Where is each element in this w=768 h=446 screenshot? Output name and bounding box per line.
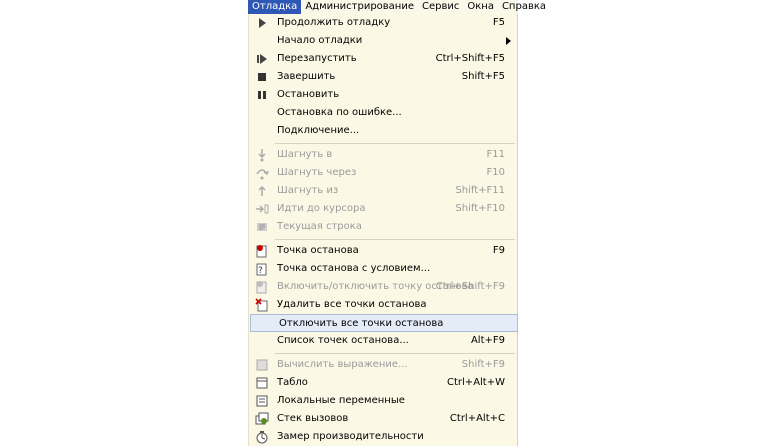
menu-item-delete-all-breakpoints[interactable]: Удалить все точки останова [249, 296, 517, 314]
run-to-cursor-icon [255, 202, 269, 216]
menu-item-watch[interactable]: Табло Ctrl+Alt+W [249, 374, 517, 392]
conditional-breakpoint-icon: ? [255, 262, 269, 276]
menu-separator [275, 143, 515, 144]
menu-item-terminate[interactable]: Завершить Shift+F5 [249, 68, 517, 86]
performance-icon [255, 430, 269, 444]
menu-item-restart[interactable]: Перезапустить Ctrl+Shift+F5 [249, 50, 517, 68]
menu-item-breakpoint[interactable]: Точка останова F9 [249, 242, 517, 260]
menu-item-breakpoints-list[interactable]: Список точек останова... Alt+F9 [249, 332, 517, 350]
call-stack-icon [255, 412, 269, 426]
pause-icon [255, 88, 269, 102]
debug-menu-dropdown: Продолжить отладку F5 Начало отладки Пер… [248, 14, 518, 446]
menu-item-toggle-breakpoint[interactable]: Включить/отключить точку останова Ctrl+S… [249, 278, 517, 296]
menu-service[interactable]: Сервис [418, 0, 463, 14]
menu-windows[interactable]: Окна [463, 0, 498, 14]
menu-item-step-over[interactable]: Шагнуть через F10 [249, 164, 517, 182]
menu-bar: Отладка Администрирование Сервис Окна Сп… [248, 0, 546, 15]
menu-item-step-out[interactable]: Шагнуть из Shift+F11 [249, 182, 517, 200]
menu-separator [275, 353, 515, 354]
menu-item-pause[interactable]: Остановить [249, 86, 517, 104]
menu-item-start-debugging[interactable]: Начало отладки [249, 32, 517, 50]
locals-icon [255, 394, 269, 408]
menu-item-continue-debugging[interactable]: Продолжить отладку F5 [249, 14, 517, 32]
submenu-arrow-icon [506, 37, 511, 45]
menu-item-step-into[interactable]: Шагнуть в F11 [249, 146, 517, 164]
menu-item-current-line[interactable]: Текущая строка [249, 218, 517, 236]
svg-text:?: ? [258, 266, 263, 276]
menu-item-disable-all-breakpoints[interactable]: Отключить все точки останова [250, 314, 518, 332]
restart-icon [255, 52, 269, 66]
menu-item-run-to-cursor[interactable]: Идти до курсора Shift+F10 [249, 200, 517, 218]
menu-item-evaluate-expression[interactable]: Вычислить выражение... Shift+F9 [249, 356, 517, 374]
step-out-icon [255, 184, 269, 198]
menu-debug[interactable]: Отладка [248, 0, 302, 14]
menu-help[interactable]: Справка [498, 0, 550, 14]
current-line-icon [255, 220, 269, 234]
menu-item-local-variables[interactable]: Локальные переменные [249, 392, 517, 410]
stop-icon [255, 70, 269, 84]
menu-item-stop-on-error[interactable]: Остановка по ошибке... [249, 104, 517, 122]
delete-breakpoints-icon [255, 298, 269, 312]
watch-icon [255, 376, 269, 390]
menu-item-performance-measurement[interactable]: Замер производительности [249, 428, 517, 446]
menu-item-call-stack[interactable]: Стек вызовов Ctrl+Alt+C [249, 410, 517, 428]
menu-separator [275, 239, 515, 240]
evaluate-icon [255, 358, 269, 372]
menu-administration[interactable]: Администрирование [301, 0, 418, 14]
menu-item-attach[interactable]: Подключение... [249, 122, 517, 140]
menu-item-conditional-breakpoint[interactable]: ? Точка останова с условием... [249, 260, 517, 278]
toggle-breakpoint-icon [255, 280, 269, 294]
step-over-icon [255, 166, 269, 180]
continue-icon [255, 16, 269, 30]
breakpoint-icon [255, 244, 269, 258]
step-into-icon [255, 148, 269, 162]
